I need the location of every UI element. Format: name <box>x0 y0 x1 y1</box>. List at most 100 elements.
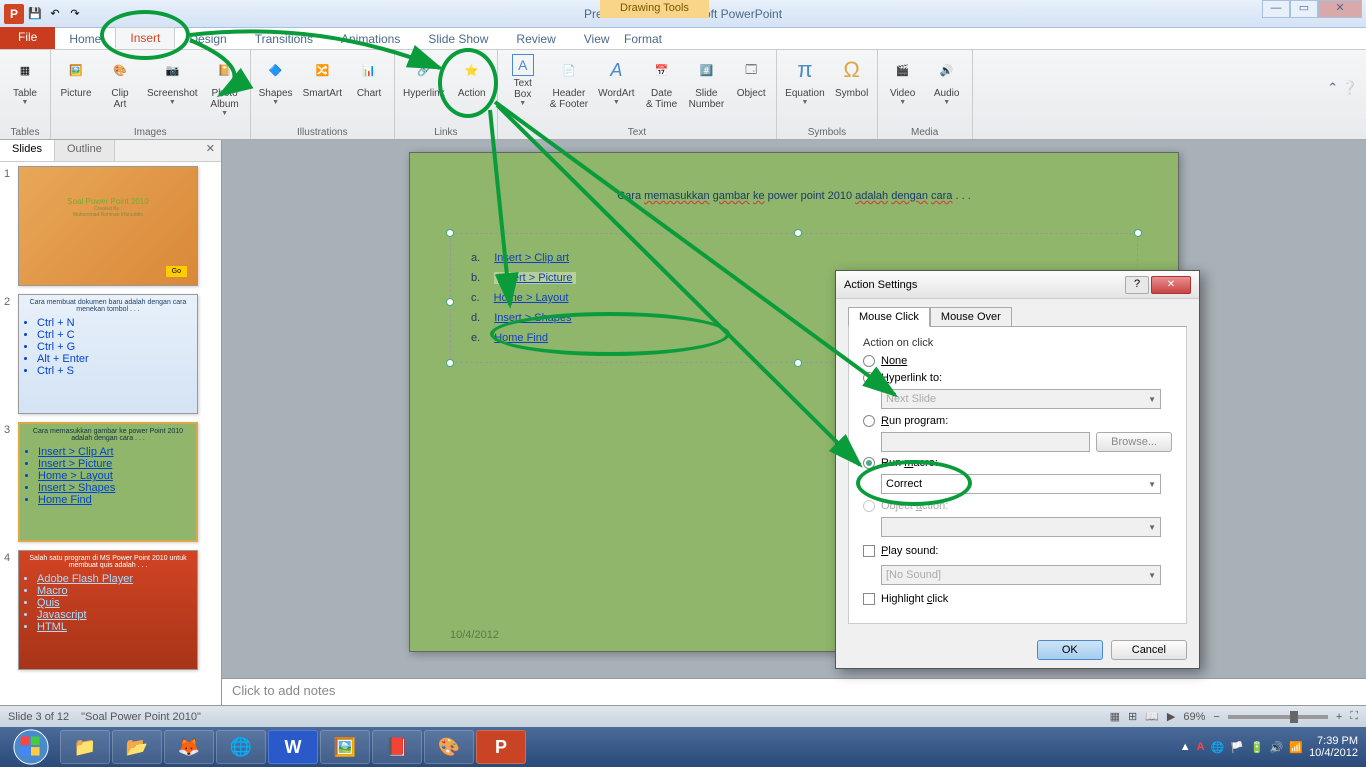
browse-button[interactable]: Browse... <box>1096 432 1172 452</box>
hyperlink-radio[interactable]: Hyperlink to: <box>863 372 1172 384</box>
close-button[interactable]: ✕ <box>1318 0 1362 18</box>
video-button[interactable]: 🎬Video▼ <box>882 52 924 126</box>
ok-button[interactable]: OK <box>1037 640 1103 660</box>
images-group-label: Images <box>55 126 246 139</box>
text-group-label: Text <box>502 126 772 139</box>
symbol-button[interactable]: ΩSymbol <box>831 52 873 126</box>
program-path-input[interactable] <box>881 432 1090 452</box>
context-tab: Drawing Tools <box>600 0 709 18</box>
notes-placeholder[interactable]: Click to add notes <box>222 678 1366 705</box>
equation-button[interactable]: πEquation▼ <box>781 52 828 126</box>
dialog-titlebar[interactable]: Action Settings ?✕ <box>836 271 1199 299</box>
playsound-checkbox[interactable]: Play sound: <box>863 545 1172 557</box>
picture-button[interactable]: 🖼️Picture <box>55 52 97 126</box>
zoom-slider[interactable] <box>1228 715 1328 719</box>
zoom-level[interactable]: 69% <box>1183 711 1205 723</box>
view-sorter-icon[interactable]: ⊞ <box>1128 710 1137 723</box>
headerfooter-button[interactable]: 📄Header & Footer <box>546 52 592 126</box>
home-tab[interactable]: Home <box>55 29 115 49</box>
ribbon-collapse-icon[interactable]: ⌃ ❔ <box>1327 80 1358 96</box>
thumbnail-3[interactable]: 3Cara memasukkan gambar ke power Point 2… <box>4 422 217 542</box>
powerpoint-task-icon[interactable]: P <box>476 730 526 764</box>
word-task-icon[interactable]: W <box>268 730 318 764</box>
minimize-button[interactable]: — <box>1262 0 1290 18</box>
tray-battery-icon[interactable]: 🔋 <box>1250 741 1264 754</box>
tray-av-icon[interactable]: A <box>1197 741 1205 753</box>
paint-task-icon[interactable]: 🎨 <box>424 730 474 764</box>
transitions-tab[interactable]: Transitions <box>241 29 327 49</box>
wordart-button[interactable]: AWordArt▼ <box>594 52 639 126</box>
clipart-button[interactable]: 🎨Clip Art <box>99 52 141 126</box>
cancel-button[interactable]: Cancel <box>1111 640 1187 660</box>
objectaction-combo: ▼ <box>881 517 1161 537</box>
redo-icon[interactable]: ↷ <box>66 5 84 23</box>
file-tab[interactable]: File <box>0 27 55 49</box>
explorer2-task-icon[interactable]: 📂 <box>112 730 162 764</box>
thumbnail-2[interactable]: 2Cara membuat dokumen baru adalah dengan… <box>4 294 217 414</box>
panel-close-icon[interactable]: ✕ <box>200 140 221 161</box>
slidenumber-button[interactable]: #️⃣Slide Number <box>685 52 729 126</box>
answer-a[interactable]: a.Insert > Clip art <box>471 252 1117 264</box>
object-button[interactable]: 🗔Object <box>730 52 772 126</box>
design-tab[interactable]: Design <box>175 29 240 49</box>
outline-panel-tab[interactable]: Outline <box>55 140 115 161</box>
mouseclick-tab[interactable]: Mouse Click <box>848 307 930 327</box>
folder-task-icon[interactable]: 📕 <box>372 730 422 764</box>
chart-button[interactable]: 📊Chart <box>348 52 390 126</box>
thumbnail-4[interactable]: 4Salah satu program di MS Power Point 20… <box>4 550 217 670</box>
statusbar: Slide 3 of 12 "Soal Power Point 2010" ▦ … <box>0 705 1366 727</box>
dialog-help-button[interactable]: ? <box>1125 276 1149 294</box>
slideshow-tab[interactable]: Slide Show <box>414 29 502 49</box>
hyperlink-button[interactable]: 🔗Hyperlink <box>399 52 449 126</box>
sound-combo: [No Sound]▼ <box>881 565 1161 585</box>
runprogram-radio[interactable]: Run program: <box>863 415 1172 427</box>
explorer-task-icon[interactable]: 📁 <box>60 730 110 764</box>
theme-name: "Soal Power Point 2010" <box>81 711 201 723</box>
photoalbum-button[interactable]: 📔Photo Album▼ <box>204 52 246 126</box>
undo-icon[interactable]: ↶ <box>46 5 64 23</box>
view-normal-icon[interactable]: ▦ <box>1110 710 1120 723</box>
smartart-button[interactable]: 🔀SmartArt <box>299 52 346 126</box>
table-button[interactable]: ▦Table▼ <box>4 52 46 126</box>
tray-wifi-icon[interactable]: 📶 <box>1289 741 1303 754</box>
macro-combo[interactable]: Correct▼ <box>881 474 1161 494</box>
maximize-button[interactable]: ▭ <box>1290 0 1318 18</box>
insert-tab[interactable]: Insert <box>115 27 175 49</box>
zoom-out-icon[interactable]: − <box>1213 711 1219 723</box>
window-controls: — ▭ ✕ <box>1262 0 1362 18</box>
firefox-task-icon[interactable]: 🦊 <box>164 730 214 764</box>
start-button[interactable] <box>4 728 58 766</box>
audio-button[interactable]: 🔊Audio▼ <box>926 52 968 126</box>
animations-tab[interactable]: Animations <box>327 29 414 49</box>
action-settings-dialog: Action Settings ?✕ Mouse Click Mouse Ove… <box>835 270 1200 669</box>
runmacro-radio[interactable]: Run macro: <box>863 457 1172 469</box>
view-slideshow-icon[interactable]: ▶ <box>1167 710 1175 723</box>
zoom-fit-icon[interactable]: ⛶ <box>1350 710 1358 723</box>
screenshot-button[interactable]: 📷Screenshot▼ <box>143 52 202 126</box>
view-reading-icon[interactable]: 📖 <box>1145 710 1159 723</box>
tray-action-icon[interactable]: 🏳️ <box>1230 741 1244 754</box>
tray-up-icon[interactable]: ▲ <box>1180 741 1191 753</box>
highlight-checkbox[interactable]: Highlight click <box>863 593 1172 605</box>
zoom-in-icon[interactable]: + <box>1336 711 1342 723</box>
hyperlink-combo[interactable]: Next Slide▼ <box>881 389 1161 409</box>
tray-network-icon[interactable]: 🌐 <box>1211 741 1225 754</box>
tray-clock[interactable]: 7:39 PM10/4/2012 <box>1309 735 1362 759</box>
action-button[interactable]: ⭐Action <box>451 52 493 126</box>
slides-panel-tab[interactable]: Slides <box>0 140 55 161</box>
media-group-label: Media <box>882 126 968 139</box>
chrome-task-icon[interactable]: 🌐 <box>216 730 266 764</box>
review-tab[interactable]: Review <box>502 29 569 49</box>
save-icon[interactable]: 💾 <box>26 5 44 23</box>
format-tab[interactable]: Format <box>610 29 676 49</box>
textbox-button[interactable]: AText Box▼ <box>502 52 544 126</box>
mouseover-tab[interactable]: Mouse Over <box>930 307 1012 327</box>
pictures-task-icon[interactable]: 🖼️ <box>320 730 370 764</box>
app-icon: P <box>4 4 24 24</box>
datetime-button[interactable]: 📅Date & Time <box>641 52 683 126</box>
tray-volume-icon[interactable]: 🔊 <box>1270 741 1284 754</box>
dialog-close-button[interactable]: ✕ <box>1151 276 1191 294</box>
shapes-button[interactable]: 🔷Shapes▼ <box>255 52 297 126</box>
none-radio[interactable]: None <box>863 355 1172 367</box>
thumbnail-1[interactable]: 1Soal Power Point 2010Created By : Muham… <box>4 166 217 286</box>
